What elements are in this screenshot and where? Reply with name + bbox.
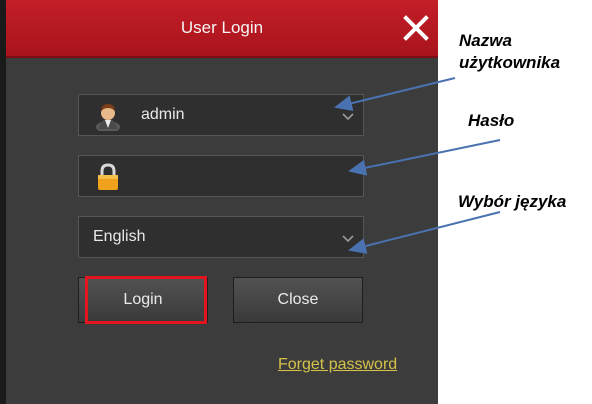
arrow-password	[348, 139, 501, 176]
screenshot-stage: User Login admin English Login Close For…	[0, 0, 592, 404]
arrow-language	[348, 211, 501, 254]
arrow-username	[334, 77, 456, 111]
annotation-language: Wybór języka	[458, 192, 567, 211]
annotation-username-line2: użytkownika	[459, 53, 561, 72]
annotation-password: Hasło	[468, 111, 515, 130]
annotation-username-line1: Nazwa	[459, 31, 512, 50]
